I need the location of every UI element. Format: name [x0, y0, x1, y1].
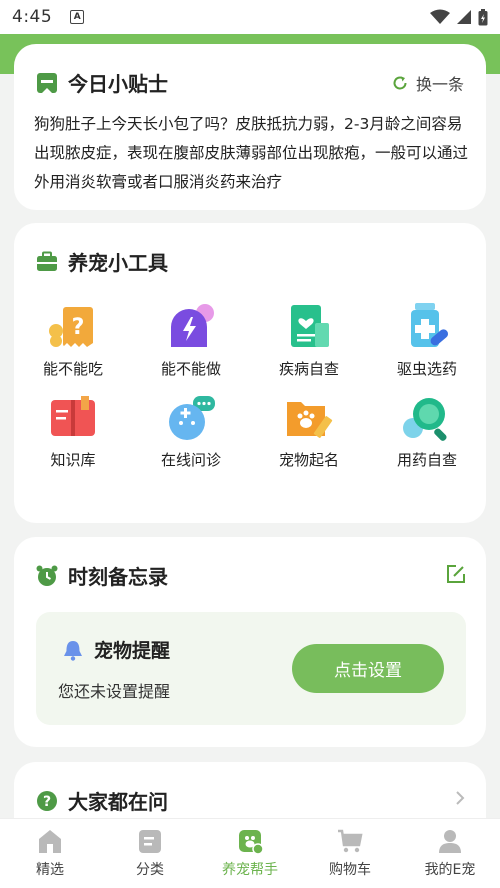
svg-text:?: ?: [43, 794, 51, 810]
tools-grid: ? 能不能吃 能不能做 疾病自查 驱虫选药 知识库 在线问诊 宠物起名 用药自查: [14, 301, 486, 483]
refresh-icon: [392, 75, 408, 91]
tool-label: 疾病自查: [278, 360, 339, 378]
food-question-icon: ?: [47, 301, 99, 353]
bottom-nav: 精选 分类 养宠帮手 购物车 我的E宠: [0, 818, 500, 888]
nav-label: 养宠帮手: [222, 862, 278, 878]
tool-label: 能不能做: [160, 360, 221, 378]
tip-header: 今日小贴士: [36, 68, 168, 97]
ask-header: ? 大家都在问: [36, 786, 168, 815]
wifi-icon: [430, 9, 450, 24]
tool-label: 在线问诊: [160, 451, 221, 469]
toolbox-icon: [36, 251, 58, 273]
profile-icon: [436, 827, 464, 855]
category-icon: [136, 827, 164, 855]
online-consult-icon: [165, 392, 217, 444]
nav-label: 分类: [136, 862, 164, 878]
nav-item-profile[interactable]: 我的E宠: [400, 819, 500, 888]
status-icons: [430, 8, 488, 26]
cart-icon: [336, 827, 364, 855]
tip-text: 狗狗肚子上今天长小包了吗？皮肤抵抗力弱，2-3月龄之间容易出现脓皮症，表现在腹部…: [34, 115, 469, 191]
nav-item-category[interactable]: 分类: [100, 819, 200, 888]
nav-label: 我的E宠: [424, 862, 476, 878]
tool-medication-check[interactable]: 用药自查: [368, 392, 486, 483]
status-bar: 4:45 A: [0, 0, 500, 34]
tool-can-eat[interactable]: ? 能不能吃: [14, 301, 132, 392]
book-icon: [47, 392, 99, 444]
tool-label: 知识库: [50, 451, 96, 469]
reminder-title: 宠物提醒: [94, 640, 171, 662]
tool-label: 宠物起名: [278, 451, 339, 469]
memo-card: 时刻备忘录 宠物提醒 您还未设置提醒 点击设置: [14, 537, 486, 747]
nav-label: 购物车: [329, 862, 371, 878]
tool-pet-naming[interactable]: 宠物起名: [250, 392, 368, 483]
question-icon: ?: [36, 790, 58, 812]
nav-item-cart[interactable]: 购物车: [300, 819, 400, 888]
bookmark-icon: [36, 72, 58, 94]
nav-item-pet-helper[interactable]: 养宠帮手: [200, 819, 300, 888]
memo-header: 时刻备忘录: [36, 561, 168, 590]
home-icon: [36, 827, 64, 855]
alarm-clock-icon: [36, 565, 58, 587]
tool-label: 驱虫选药: [396, 360, 457, 378]
tools-header: 养宠小工具: [36, 247, 168, 276]
refresh-button[interactable]: 换一条: [392, 71, 464, 95]
tool-online-consult[interactable]: 在线问诊: [132, 392, 250, 483]
tool-label: 能不能吃: [42, 360, 103, 378]
signal-icon: [457, 10, 471, 24]
reminder-header: 宠物提醒: [62, 636, 170, 663]
tool-disease-check[interactable]: 疾病自查: [250, 301, 368, 392]
memo-title: 时刻备忘录: [68, 565, 168, 589]
tip-title: 今日小贴士: [68, 72, 168, 96]
medicine-bottle-icon: [401, 301, 453, 353]
health-record-icon: [283, 301, 335, 353]
nav-item-featured[interactable]: 精选: [0, 819, 100, 888]
tool-label: 用药自查: [396, 451, 457, 469]
tool-knowledge[interactable]: 知识库: [14, 392, 132, 483]
reminder-status: 您还未设置提醒: [58, 682, 171, 701]
app-badge-icon: A: [70, 10, 85, 24]
status-time: 4:45: [12, 7, 53, 27]
edit-icon[interactable]: [446, 564, 466, 584]
magnifier-icon: [401, 392, 453, 444]
pet-helper-icon: [236, 827, 264, 855]
svg-text:?: ?: [72, 315, 85, 340]
chevron-right-icon: [454, 790, 466, 806]
tools-card: 养宠小工具 ? 能不能吃 能不能做 疾病自查 驱虫选药 知识库 在线问诊 宠物起…: [14, 223, 486, 523]
nav-label: 精选: [36, 862, 64, 878]
paw-folder-icon: [283, 392, 335, 444]
bell-icon: [62, 639, 84, 661]
battery-icon: [478, 8, 488, 25]
tools-title: 养宠小工具: [68, 251, 168, 275]
tip-card: 今日小贴士 换一条 狗狗肚子上今天长小包了吗？皮肤抵抗力弱，2-3月龄之间容易出…: [14, 44, 486, 210]
activity-lightning-icon: [165, 301, 217, 353]
reminder-panel: 宠物提醒 您还未设置提醒 点击设置: [36, 612, 466, 725]
tool-can-do[interactable]: 能不能做: [132, 301, 250, 392]
set-reminder-button[interactable]: 点击设置: [292, 644, 444, 693]
refresh-label: 换一条: [415, 75, 464, 94]
tool-deworm[interactable]: 驱虫选药: [368, 301, 486, 392]
ask-title: 大家都在问: [68, 790, 168, 814]
